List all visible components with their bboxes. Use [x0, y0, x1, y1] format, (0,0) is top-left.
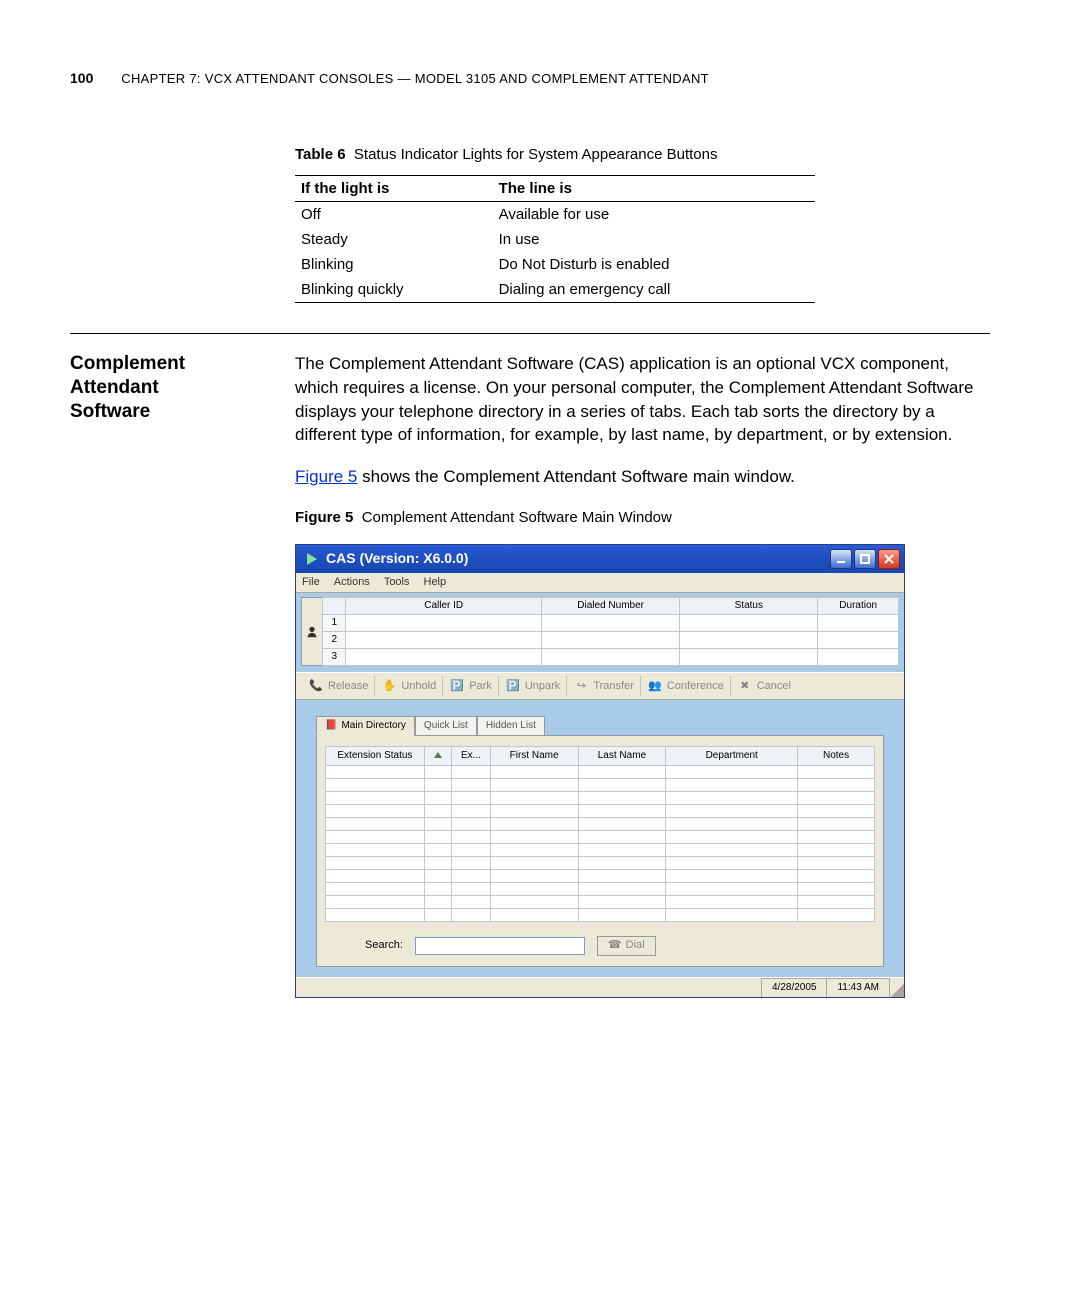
unhold-button[interactable]: ✋ Unhold: [375, 676, 443, 696]
cas-window: CAS (Version: X6.0.0) File Actions: [295, 544, 905, 998]
park-icon: 🅿️: [449, 678, 465, 694]
col-dialed-number[interactable]: Dialed Number: [542, 598, 680, 615]
status-table: If the light is The line is OffAvailable…: [295, 175, 815, 303]
cancel-icon: ✖: [737, 678, 753, 694]
transfer-button[interactable]: ↪ Transfer: [567, 676, 641, 696]
table-row: 3: [323, 649, 899, 666]
table-row: [326, 831, 875, 844]
menu-bar: File Actions Tools Help: [296, 573, 904, 593]
window-title: CAS (Version: X6.0.0): [326, 549, 468, 569]
table-row: 1: [323, 615, 899, 632]
table-row: [326, 779, 875, 792]
col-duration[interactable]: Duration: [818, 598, 899, 615]
window-titlebar[interactable]: CAS (Version: X6.0.0): [296, 545, 904, 573]
search-input[interactable]: [415, 937, 585, 955]
menu-tools[interactable]: Tools: [384, 575, 410, 590]
transfer-icon: ↪: [573, 678, 589, 694]
search-label: Search:: [365, 938, 403, 953]
col-ext-status[interactable]: Extension Status: [326, 747, 425, 766]
release-button[interactable]: 📞 Release: [302, 676, 375, 696]
app-icon: [304, 551, 320, 567]
col-last-name[interactable]: Last Name: [578, 747, 666, 766]
figure-link[interactable]: Figure 5: [295, 467, 357, 486]
table-row: [326, 805, 875, 818]
chapter-title: CHAPTER 7: VCX ATTENDANT CONSOLES — MODE…: [121, 71, 709, 86]
section-heading: Complement Attendant Software: [70, 352, 295, 998]
table-row: 2: [323, 632, 899, 649]
release-icon: 📞: [308, 678, 324, 694]
table-row: [326, 792, 875, 805]
menu-help[interactable]: Help: [424, 575, 447, 590]
status-time: 11:43 AM: [827, 978, 890, 997]
col-department[interactable]: Department: [666, 747, 798, 766]
table-row: [326, 883, 875, 896]
book-icon: 📕: [325, 719, 337, 733]
figure-caption: Figure 5 Complement Attendant Software M…: [295, 507, 990, 528]
sort-asc-icon: [434, 752, 442, 758]
dial-button[interactable]: ☎ Dial: [597, 936, 656, 955]
col-notes[interactable]: Notes: [798, 747, 875, 766]
table-caption: Table 6 Status Indicator Lights for Syst…: [295, 146, 815, 163]
page-number: 100: [70, 70, 93, 86]
menu-actions[interactable]: Actions: [334, 575, 370, 590]
table-row: [326, 870, 875, 883]
col-caller-id[interactable]: Caller ID: [346, 598, 542, 615]
conference-button[interactable]: 👥 Conference: [641, 676, 731, 696]
maximize-button[interactable]: [854, 549, 876, 569]
status-bar: 4/28/2005 11:43 AM: [296, 977, 904, 997]
minimize-button[interactable]: [830, 549, 852, 569]
close-button[interactable]: [878, 549, 900, 569]
table-row: [326, 844, 875, 857]
col-first-name[interactable]: First Name: [490, 747, 578, 766]
body-paragraph: The Complement Attendant Software (CAS) …: [295, 352, 990, 447]
table-row: [326, 766, 875, 779]
unpark-button[interactable]: 🅿️ Unpark: [499, 676, 567, 696]
table-row: [326, 909, 875, 922]
conference-icon: 👥: [647, 678, 663, 694]
call-toolbar: 📞 Release ✋ Unhold 🅿️ Park 🅿️ Unpark: [296, 672, 904, 700]
call-grid[interactable]: Caller ID Dialed Number Status Duration …: [322, 597, 899, 666]
col-extension[interactable]: Ex...: [452, 747, 490, 766]
page-header: 100 CHAPTER 7: VCX ATTENDANT CONSOLES — …: [70, 70, 990, 86]
park-button[interactable]: 🅿️ Park: [443, 676, 499, 696]
table-row: [326, 818, 875, 831]
body-paragraph: Figure 5 shows the Complement Attendant …: [295, 465, 990, 489]
cancel-button[interactable]: ✖ Cancel: [731, 676, 797, 696]
status-date: 4/28/2005: [762, 978, 828, 997]
directory-grid[interactable]: Extension Status Ex... First Name Last N…: [325, 746, 875, 922]
directory-tabs: 📕 Main Directory Quick List Hidden List: [316, 716, 884, 736]
calls-corner-icon: [301, 597, 322, 666]
table-row: [326, 896, 875, 909]
table-row: [326, 857, 875, 870]
dial-icon: ☎: [608, 938, 622, 953]
tab-quick-list[interactable]: Quick List: [415, 716, 477, 736]
col-status[interactable]: Status: [680, 598, 818, 615]
tab-hidden-list[interactable]: Hidden List: [477, 716, 545, 736]
unhold-icon: ✋: [381, 678, 397, 694]
col-sort[interactable]: [424, 747, 451, 766]
unpark-icon: 🅿️: [505, 678, 521, 694]
menu-file[interactable]: File: [302, 575, 320, 590]
resize-grip[interactable]: [890, 978, 904, 997]
tab-main-directory[interactable]: 📕 Main Directory: [316, 716, 415, 736]
